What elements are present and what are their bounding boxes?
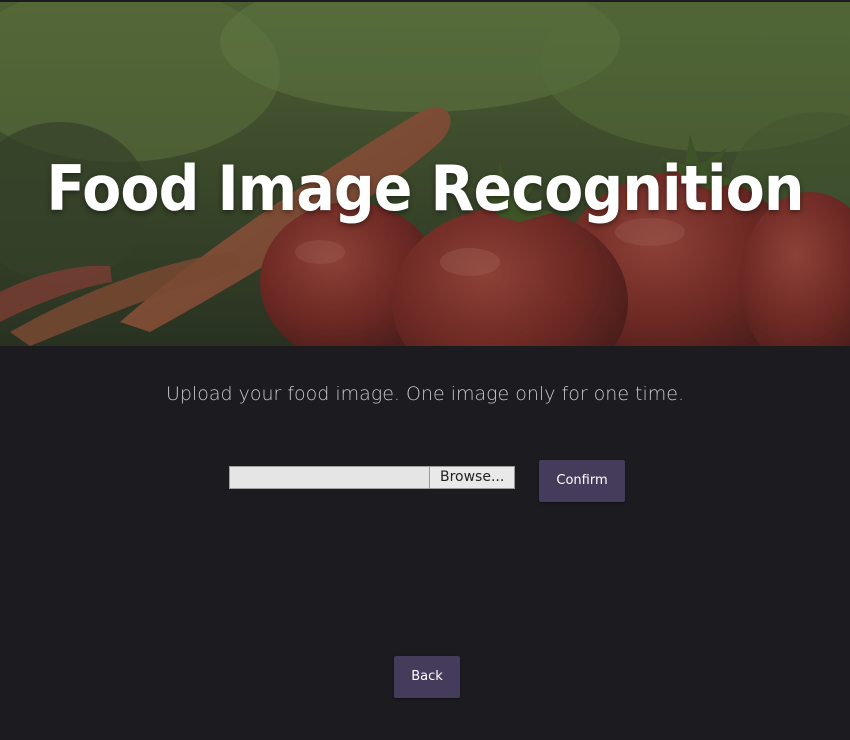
confirm-button[interactable]: Confirm	[539, 460, 625, 502]
page-title: Food Image Recognition	[46, 152, 804, 225]
browse-button[interactable]: Browse...	[429, 466, 515, 489]
upload-instructions: Upload your food image. One image only f…	[165, 383, 685, 405]
back-button[interactable]: Back	[394, 656, 460, 698]
file-path-field[interactable]	[229, 466, 430, 489]
hero-banner: Food Image Recognition	[0, 2, 850, 346]
file-picker[interactable]: Browse...	[229, 466, 515, 489]
page: Food Image Recognition Upload your food …	[0, 0, 850, 740]
